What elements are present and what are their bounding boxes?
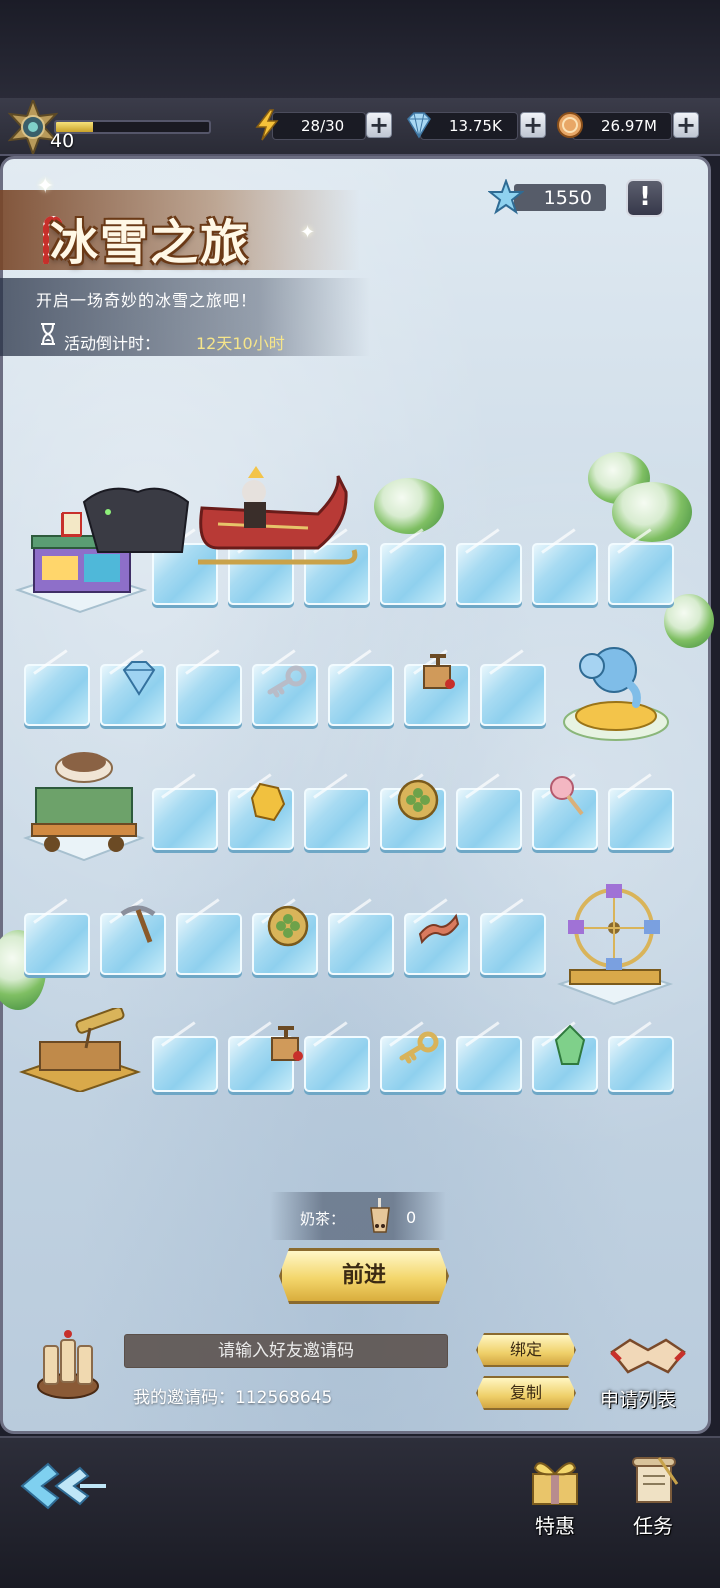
star-icon	[488, 179, 524, 215]
telescope-deck-building	[18, 1008, 142, 1092]
milk-tea-count: 0	[406, 1208, 417, 1227]
invite-code-input[interactable]: 请输入好友邀请码	[124, 1334, 448, 1368]
board-tile	[608, 1036, 674, 1092]
snowy-bush	[612, 482, 692, 542]
add-energy-button[interactable]: +	[366, 112, 392, 138]
event-title: 冰雪之旅	[50, 215, 251, 271]
diamond-icon	[407, 112, 431, 139]
nav-tasks[interactable]: 任务	[616, 1454, 690, 1539]
bottom-nav	[0, 1436, 720, 1588]
amber-gem-icon	[246, 780, 290, 824]
info-button[interactable]: !	[626, 179, 664, 217]
advance-button[interactable]: 前进	[279, 1248, 449, 1304]
nav-special-label: 特惠	[535, 1514, 575, 1538]
add-diamond-button[interactable]: +	[520, 112, 546, 138]
board-tile	[480, 913, 546, 975]
ferris-wheel-building	[556, 884, 674, 1006]
key-icon	[396, 1026, 440, 1070]
milk-tea-icon	[370, 1198, 390, 1233]
top-strip	[0, 0, 720, 100]
board-tile	[456, 1036, 522, 1092]
board-tile	[532, 543, 598, 605]
lollipop-icon	[546, 774, 590, 818]
tea-cart-building	[23, 752, 145, 862]
board-tile	[480, 664, 546, 726]
sparkle-icon: ✦	[300, 222, 316, 243]
pickaxe-icon	[116, 902, 160, 946]
board-tile	[328, 913, 394, 975]
bacon-icon	[416, 904, 460, 948]
board-tile	[380, 543, 446, 605]
nav-special-offer[interactable]: 特惠	[518, 1454, 592, 1539]
board-tile	[152, 1036, 218, 1092]
clover-coin-icon	[396, 778, 440, 822]
apply-list-label[interactable]: 申请列表	[600, 1385, 676, 1412]
lightning-icon	[255, 109, 279, 141]
diamond-counter: 13.75K	[420, 112, 518, 140]
my-invite-code: 我的邀请码：112568645	[133, 1388, 333, 1408]
milk-tea-cake-icon[interactable]	[34, 1328, 102, 1400]
board-tile	[304, 788, 370, 850]
board-tile	[328, 664, 394, 726]
countdown-label: 活动倒计时：	[64, 334, 161, 353]
countdown-value: 12天10小时	[196, 334, 285, 353]
board-tile	[304, 1036, 370, 1092]
hourglass-icon	[41, 323, 55, 345]
bind-button[interactable]: 绑定	[476, 1333, 576, 1367]
tnt-icon	[416, 652, 460, 696]
handshake-icon[interactable]	[608, 1332, 688, 1380]
milk-tea-label: 奶茶：	[300, 1210, 346, 1228]
gift-box-icon	[532, 1462, 578, 1505]
coin-counter: 26.97M	[572, 112, 672, 140]
elephant-ride-building	[563, 647, 669, 741]
player-level: 40	[50, 130, 75, 152]
coin-icon	[557, 112, 583, 138]
xp-bar	[54, 120, 211, 134]
board-tile	[24, 913, 90, 975]
board-tile	[152, 788, 218, 850]
board-tile	[176, 913, 242, 975]
board-tile	[456, 788, 522, 850]
board-tile	[608, 788, 674, 850]
green-gem-icon	[548, 1024, 592, 1068]
star-counter: 1550	[514, 184, 606, 211]
energy-counter: 28/30	[272, 112, 366, 140]
board-tile	[24, 664, 90, 726]
board-tile	[456, 543, 522, 605]
diamond-icon	[116, 656, 160, 700]
scroll-icon	[632, 1457, 679, 1503]
board-tile	[608, 543, 674, 605]
key-icon	[264, 660, 308, 704]
add-coin-button[interactable]: +	[673, 112, 699, 138]
back-icon[interactable]	[18, 1460, 108, 1512]
nav-tasks-label: 任务	[633, 1514, 673, 1538]
tnt-icon	[264, 1024, 308, 1068]
sleigh-token	[82, 466, 358, 565]
sparkle-icon: ✦	[36, 174, 55, 199]
clover-coin-icon	[266, 904, 310, 948]
milk-tea-bar	[270, 1192, 446, 1240]
popcorn-icon	[62, 512, 82, 536]
event-subtitle: 开启一场奇妙的冰雪之旅吧！	[36, 291, 258, 310]
copy-button[interactable]: 复制	[476, 1376, 576, 1410]
snowy-bush	[374, 478, 444, 534]
board-tile	[176, 664, 242, 726]
